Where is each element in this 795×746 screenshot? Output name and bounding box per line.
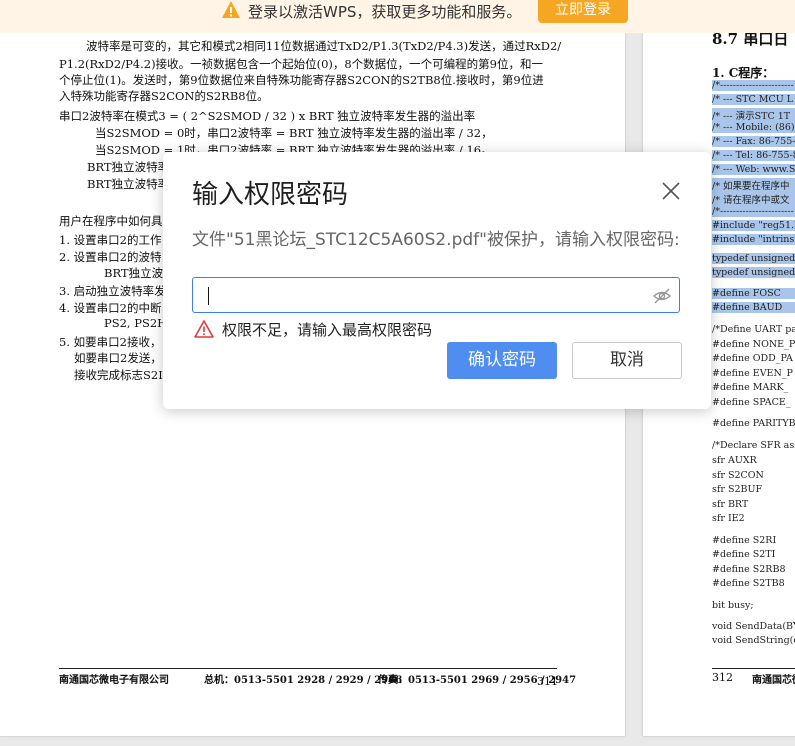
code-line: /* --- Fax: 86-755- [712,136,795,147]
confirm-password-button[interactable]: 确认密码 [447,342,557,379]
code-line: sfr AUXR [712,455,757,466]
code-line: #define ODD_PA [712,353,793,364]
code-line: #define S2RB8 [712,564,786,575]
text-line: 3. 启动独立波特率发 [59,284,166,298]
code-line: #include "reg51.h" [712,220,795,231]
close-icon[interactable] [660,180,682,202]
code-line: /* --- Tel: 86-755-8 [712,150,795,161]
code-line: #define FOSC [712,288,795,299]
code-line: /* 请在程序中或文 [712,192,795,206]
text-line: 1. 设置串口2的工作 [59,233,162,247]
page-number: 311 [537,675,558,688]
text-line: 入特殊功能寄存器S2CON的S2RB8位。 [59,89,269,103]
dialog-description: 文件"51黑论坛_STC12C5A60S2.pdf"被保护，请输入权限密码: [192,230,680,250]
error-text: 权限不足，请输入最高权限密码 [222,321,433,339]
code-line: /* 如果要在程序中 [712,178,795,192]
code-line: #define S2RI [712,535,777,546]
text-line: 当S2SMOD = 0时，串口2波特率 = BRT 独立波特率发生器的溢出率 /… [95,126,493,140]
text-line: 接收完成标志S2I [74,368,163,382]
text-line: BRT独立波特率 [87,177,170,191]
code-line: /* --- Mobile: (86) [712,122,795,133]
cancel-button[interactable]: 取消 [572,342,682,379]
code-line: #define BAUD [712,302,795,313]
code-line: #include "intrins.h" [712,234,795,245]
footer-company: 南通国芯微电子有限公司 [59,675,169,686]
text-line: BRT独立波 [104,266,164,280]
code-line: #define S2TI [712,549,776,560]
text-line: 用户在程序中如何具 [59,214,163,228]
code-line: void SendData(BY [712,621,795,632]
text-line: 如要串口2发送， [74,351,162,365]
text-line: 2. 设置串口2的波特 [59,250,162,264]
code-line: sfr IE2 [712,513,745,524]
footer-company: 南通国芯微 [752,675,795,686]
dialog-title: 输入权限密码 [192,180,349,210]
text-line: 个停止位(1)。发送时，第9位数据位来自特殊功能寄存器S2CON的S2TB8位.… [59,73,544,87]
footer-phone: 总机：0513-5501 2928 / 2929 / 2966 [204,675,403,686]
code-line: /* --- Web: www.S [712,164,795,175]
code-line: sfr S2BUF [712,484,763,495]
text-line: PS2, PS2H, [104,316,171,330]
code-line: #define MARK_ [712,382,789,393]
login-banner: 登录以激活WPS，获取更多功能和服务。 立即登录 [0,0,795,33]
text-line: 波特率是可变的，其它和模式2相同11位数据通过TxD2/P1.3(TxD2/P4… [86,39,562,53]
text-caret [208,287,209,305]
banner-message: 登录以激活WPS，获取更多功能和服务。 [248,3,522,21]
subsection-heading: 1. C程序： [712,66,775,80]
text-line: 4. 设置串口2的中断 [59,301,162,315]
code-line: /* --- STC MCU L [712,94,795,105]
code-line: #define SPACE_ [712,397,791,408]
warning-icon [222,1,240,18]
permission-password-dialog: 输入权限密码 文件"51黑论坛_STC12C5A60S2.pdf"被保护，请输入… [163,152,711,409]
code-line: /* --- 演示STC 1T [712,108,795,122]
page-number: 312 [712,671,733,684]
password-input[interactable] [192,277,680,313]
code-line: /*----------------------- [712,80,795,91]
code-line: #define NONE_P [712,339,795,350]
code-line: #define PARITYBI [712,418,795,429]
code-line: sfr BRT [712,499,749,510]
text-line: 串口2波特率在模式3 = ( 2^S2SMOD / 32 ) x BRT 独立波… [59,109,476,123]
error-warning-icon [194,320,214,338]
code-line: sfr S2CON [712,470,764,481]
text-line: BRT独立波特率 [87,160,170,174]
text-line: 5. 如要串口2接收， [59,335,162,349]
code-line: typedef unsigned [712,253,795,264]
code-line: #define EVEN_P [712,368,793,379]
login-now-button[interactable]: 立即登录 [538,0,628,23]
footer-divider [712,668,795,669]
code-line: typedef unsigned [712,267,795,278]
footer-divider [59,668,557,669]
code-line: bit busy; [712,600,754,611]
code-line: /*Define UART pa [712,324,795,335]
text-line: P1.2(RxD2/P4.2)接收。一祯数据包含一个起始位(0)，8个数据位，一… [59,57,544,71]
code-line: void SendString(ch [712,635,795,646]
code-line: /*----------------------- [712,206,795,217]
eye-hidden-icon[interactable] [652,286,672,306]
code-line: #define S2TB8 [712,578,785,589]
code-line: /*Declare SFR asso [712,440,795,451]
